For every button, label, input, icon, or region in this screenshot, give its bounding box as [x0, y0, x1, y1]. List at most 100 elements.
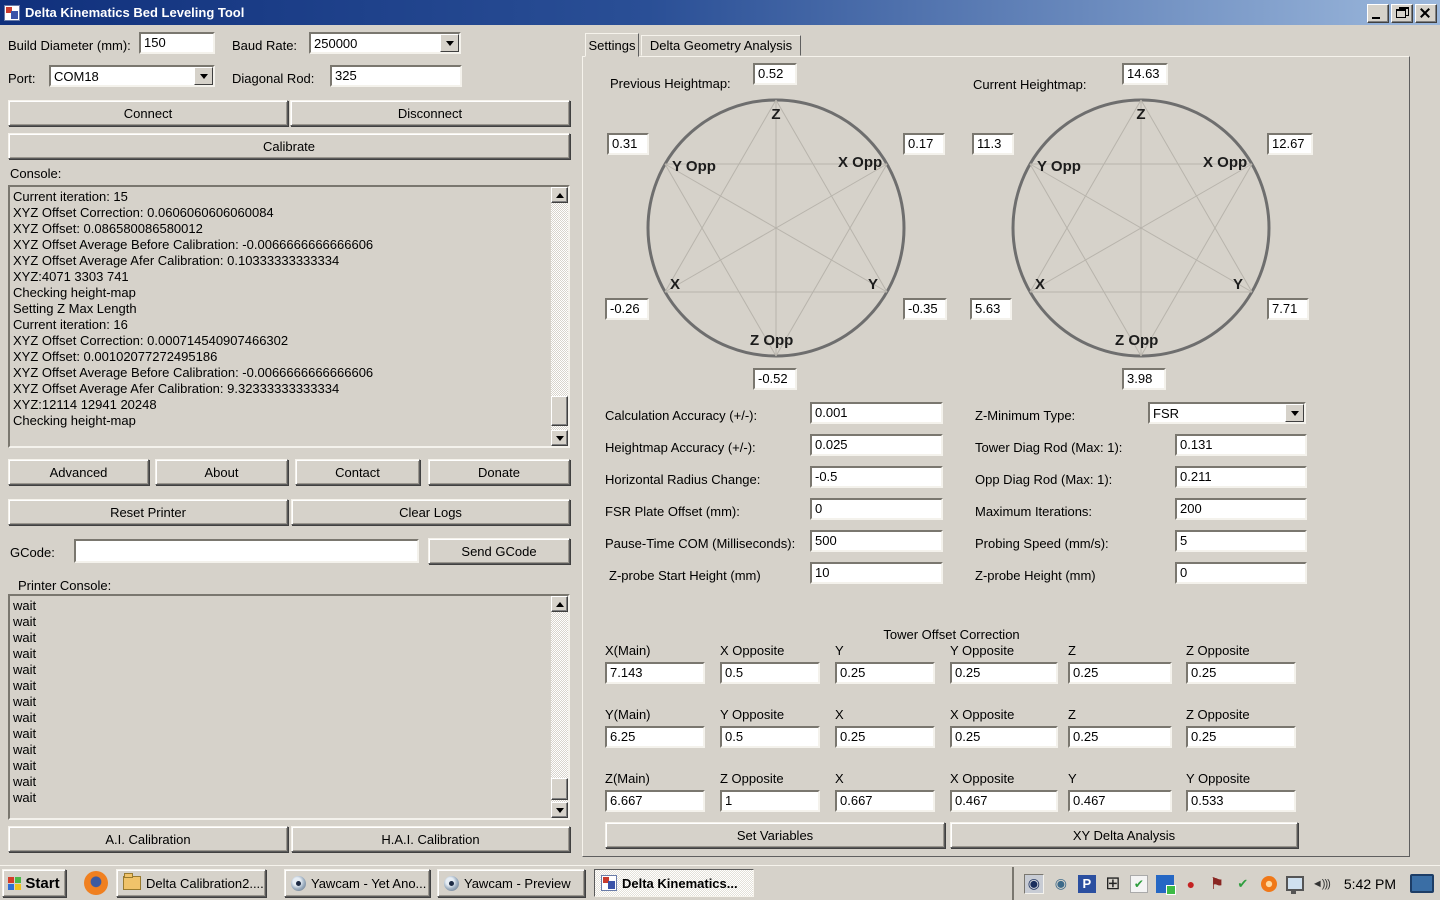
xy-delta-analysis-button[interactable]: XY Delta Analysis [950, 822, 1298, 848]
camera-check-tray-icon[interactable]: ✔ [1234, 875, 1252, 893]
taskbar-item-delta-kinematics[interactable]: Delta Kinematics... [594, 869, 754, 897]
tab-delta-geometry-analysis[interactable]: Delta Geometry Analysis [641, 35, 801, 56]
about-button[interactable]: About [155, 459, 288, 485]
printer-console-box[interactable]: wait wait wait wait wait wait wait wait … [8, 594, 570, 820]
tower-offset-field[interactable]: 6.667 [605, 790, 705, 812]
dropbox-tray-icon[interactable]: ✔ [1130, 875, 1148, 893]
tower-offset-field[interactable]: 0.25 [1186, 662, 1296, 684]
cur-heightmap-upper-left-value[interactable]: 11.3 [972, 133, 1014, 155]
scrollbar-thumb[interactable] [551, 396, 568, 426]
tower-offset-field[interactable]: 0.467 [950, 790, 1058, 812]
z-probe-height-field[interactable]: 0 [1175, 562, 1307, 584]
scroll-down-button[interactable] [551, 430, 568, 446]
red-dot-tray-icon[interactable]: ● [1182, 875, 1200, 893]
tower-offset-field[interactable]: 0.467 [1068, 790, 1172, 812]
scroll-up-button[interactable] [551, 187, 568, 203]
tower-offset-field[interactable]: 0.5 [720, 662, 820, 684]
printer-console-scrollbar[interactable] [551, 596, 568, 818]
prev-heightmap-upper-left-value[interactable]: 0.31 [607, 133, 649, 155]
tower-offset-field[interactable]: 0.25 [950, 726, 1058, 748]
tower-diag-rod-field[interactable]: 0.131 [1175, 434, 1307, 456]
tower-offset-field[interactable]: 0.25 [835, 662, 935, 684]
tower-offset-field[interactable]: 0.25 [1186, 726, 1296, 748]
yawcam-tray-icon[interactable]: ◉ [1024, 874, 1044, 894]
console-scrollbar[interactable] [551, 187, 568, 446]
network-tray-icon[interactable] [1286, 875, 1304, 893]
close-button[interactable] [1415, 4, 1437, 23]
volume-icon[interactable]: ◄))) [1312, 875, 1330, 893]
z-probe-start-height-field[interactable]: 10 [810, 562, 943, 584]
diagonal-rod-field[interactable]: 325 [330, 65, 462, 87]
donate-button[interactable]: Donate [428, 459, 570, 485]
console-box[interactable]: Current iteration: 15 XYZ Offset Correct… [8, 185, 570, 448]
fsr-plate-offset-field[interactable]: 0 [810, 498, 943, 520]
ai-calibration-button[interactable]: A.I. Calibration [8, 826, 288, 852]
console-log[interactable]: Current iteration: 15 XYZ Offset Correct… [12, 189, 549, 444]
heightmap-accuracy-field[interactable]: 0.025 [810, 434, 943, 456]
port-dropdown-button[interactable] [194, 67, 213, 85]
scroll-down-button[interactable] [551, 802, 568, 818]
calculation-accuracy-field[interactable]: 0.001 [810, 402, 943, 424]
display-tray-icon[interactable] [1410, 874, 1434, 893]
prev-heightmap-bottom-value[interactable]: -0.52 [753, 368, 797, 390]
firefox-icon[interactable] [84, 871, 108, 895]
windows-tray-icon[interactable]: ⊞ [1104, 875, 1122, 893]
disconnect-button[interactable]: Disconnect [290, 100, 570, 126]
taskbar-item-yawcam[interactable]: Yawcam - Yet Ano... [284, 869, 430, 897]
maximum-iterations-field[interactable]: 200 [1175, 498, 1307, 520]
tower-offset-field[interactable]: 1 [720, 790, 820, 812]
cur-heightmap-top-value[interactable]: 14.63 [1122, 63, 1168, 85]
cur-heightmap-bottom-value[interactable]: 3.98 [1122, 368, 1166, 390]
reset-printer-button[interactable]: Reset Printer [8, 499, 288, 525]
contact-button[interactable]: Contact [295, 459, 420, 485]
tower-offset-field[interactable]: 0.25 [950, 662, 1058, 684]
printer-console-log[interactable]: wait wait wait wait wait wait wait wait … [12, 598, 549, 816]
tower-offset-field[interactable]: 0.25 [835, 726, 935, 748]
orange-app-tray-icon[interactable] [1260, 875, 1278, 893]
build-diameter-field[interactable]: 150 [139, 32, 215, 54]
tower-offset-field[interactable]: 0.533 [1186, 790, 1296, 812]
z-minimum-type-select[interactable]: FSR [1148, 402, 1306, 424]
baud-rate-select[interactable]: 250000 [309, 32, 461, 54]
prev-heightmap-top-value[interactable]: 0.52 [753, 63, 797, 85]
pause-time-com-field[interactable]: 500 [810, 530, 943, 552]
p-app-tray-icon[interactable]: P [1078, 875, 1096, 893]
horizontal-radius-change-field[interactable]: -0.5 [810, 466, 943, 488]
tower-offset-field[interactable]: 0.5 [720, 726, 820, 748]
minimize-button[interactable] [1367, 4, 1389, 23]
scrollbar-thumb[interactable] [551, 778, 568, 800]
taskbar-item-yawcam-preview[interactable]: Yawcam - Preview [437, 869, 585, 897]
tower-offset-field[interactable]: 0.25 [1068, 726, 1172, 748]
opp-diag-rod-field[interactable]: 0.211 [1175, 466, 1307, 488]
baud-rate-dropdown-button[interactable] [440, 34, 459, 52]
start-button[interactable]: Start [2, 869, 66, 897]
tower-offset-field[interactable]: 0.667 [835, 790, 935, 812]
tab-settings[interactable]: Settings [585, 33, 639, 57]
clear-logs-button[interactable]: Clear Logs [291, 499, 570, 525]
security-flag-alert-icon[interactable]: ⚑ [1208, 875, 1226, 893]
teamviewer-tray-icon[interactable] [1156, 875, 1174, 893]
set-variables-button[interactable]: Set Variables [605, 822, 945, 848]
tower-offset-field[interactable]: 6.25 [605, 726, 705, 748]
webcam-tray-icon[interactable]: ◉ [1052, 875, 1070, 893]
prev-heightmap-lower-right-value[interactable]: -0.35 [903, 298, 947, 320]
cur-heightmap-upper-right-value[interactable]: 12.67 [1267, 133, 1313, 155]
tower-offset-field[interactable]: 0.25 [1068, 662, 1172, 684]
tower-offset-field[interactable]: 7.143 [605, 662, 705, 684]
hai-calibration-button[interactable]: H.A.I. Calibration [291, 826, 570, 852]
gcode-input[interactable] [74, 539, 419, 563]
prev-heightmap-upper-right-value[interactable]: 0.17 [903, 133, 945, 155]
connect-button[interactable]: Connect [8, 100, 288, 126]
cur-heightmap-lower-left-value[interactable]: 5.63 [970, 298, 1012, 320]
prev-heightmap-lower-left-value[interactable]: -0.26 [605, 298, 649, 320]
calibrate-button[interactable]: Calibrate [8, 133, 570, 159]
probing-speed-field[interactable]: 5 [1175, 530, 1307, 552]
send-gcode-button[interactable]: Send GCode [428, 538, 570, 564]
scroll-up-button[interactable] [551, 596, 568, 612]
restore-button[interactable] [1391, 4, 1413, 23]
advanced-button[interactable]: Advanced [8, 459, 149, 485]
port-select[interactable]: COM18 [49, 65, 215, 87]
z-minimum-type-dropdown-button[interactable] [1285, 404, 1304, 422]
cur-heightmap-lower-right-value[interactable]: 7.71 [1267, 298, 1309, 320]
taskbar-item-delta-calibration[interactable]: Delta Calibration2.... [116, 869, 266, 897]
